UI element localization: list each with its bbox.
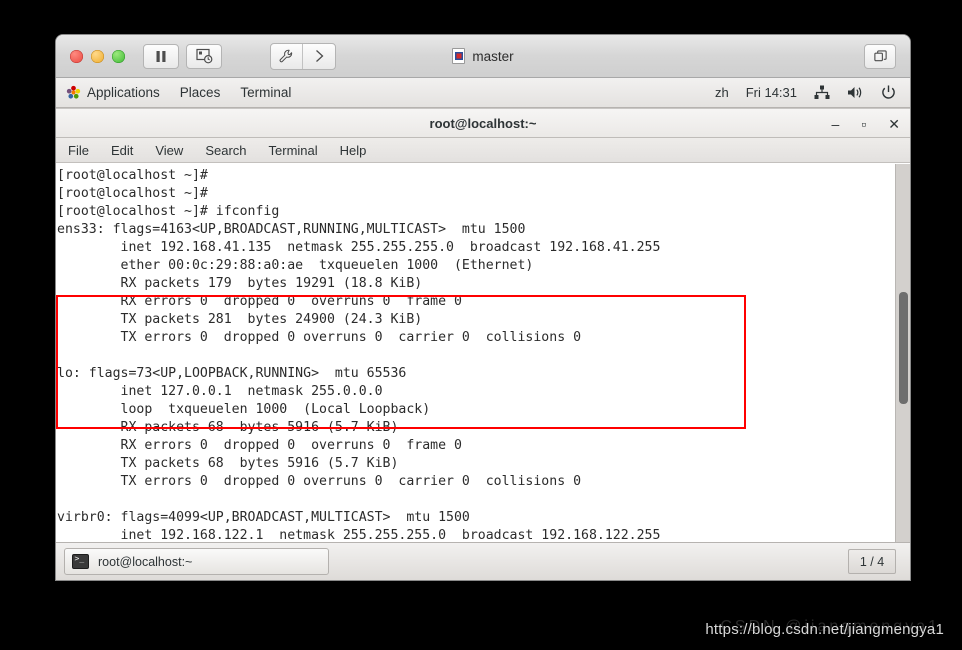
terminal-titlebar[interactable]: root@localhost:~ – ▫ ✕ <box>56 109 910 138</box>
vm-titlebar[interactable]: master <box>56 35 910 78</box>
terminal-menubar: File Edit View Search Terminal Help <box>56 138 910 163</box>
minimize-window-button[interactable] <box>91 49 104 63</box>
gnome-status-area: zh Fri 14:31 <box>715 85 896 100</box>
menu-view[interactable]: View <box>155 143 183 158</box>
gnome-menu-left: Applications Places Terminal <box>66 85 291 100</box>
vm-document-icon <box>452 48 466 64</box>
pause-icon <box>155 50 167 63</box>
gnome-top-panel: Applications Places Terminal zh Fri 14:3… <box>56 78 910 108</box>
watermark-url: https://blog.csdn.net/jiangmengya1 <box>705 621 944 638</box>
gnome-foot-icon <box>66 85 81 100</box>
vm-title-text: master <box>472 48 514 64</box>
terminal-output: [root@localhost ~]# [root@localhost ~]# … <box>57 168 661 542</box>
network-icon[interactable] <box>814 85 830 100</box>
close-window-button[interactable] <box>70 49 83 63</box>
power-icon[interactable] <box>881 85 896 100</box>
vm-window: master Applications Places Terminal zh F… <box>56 35 910 580</box>
menu-search[interactable]: Search <box>205 143 246 158</box>
menu-terminal-menu[interactable]: Terminal <box>269 143 318 158</box>
menu-applications[interactable]: Applications <box>66 85 160 100</box>
terminal-maximize-button[interactable]: ▫ <box>861 117 866 131</box>
wrench-icon <box>279 49 294 64</box>
menu-file[interactable]: File <box>68 143 89 158</box>
terminal-scrollbar-thumb[interactable] <box>899 292 908 404</box>
expand-button[interactable] <box>303 44 335 69</box>
menu-edit[interactable]: Edit <box>111 143 133 158</box>
snapshot-button[interactable] <box>186 43 222 69</box>
maximize-window-button[interactable] <box>112 49 125 63</box>
menu-terminal-label: Terminal <box>240 85 292 100</box>
vm-toolbar-group <box>143 43 222 69</box>
menu-applications-label: Applications <box>87 85 160 100</box>
screen: master Applications Places Terminal zh F… <box>0 0 962 650</box>
snapshot-icon <box>195 48 213 64</box>
menu-terminal[interactable]: Terminal <box>240 85 291 100</box>
menu-help[interactable]: Help <box>340 143 367 158</box>
terminal-window-controls: – ▫ ✕ <box>832 109 901 138</box>
terminal-close-button[interactable]: ✕ <box>888 117 900 131</box>
workspace-switcher[interactable]: 1 / 4 <box>848 549 896 574</box>
terminal-window: root@localhost:~ – ▫ ✕ File Edit View Se… <box>56 108 910 542</box>
settings-button[interactable] <box>271 43 303 69</box>
gnome-taskbar: root@localhost:~ 1 / 4 <box>56 542 910 580</box>
chevron-right-icon <box>314 49 325 63</box>
pause-button[interactable] <box>143 43 179 69</box>
unity-view-button[interactable] <box>864 44 896 69</box>
menu-places-label: Places <box>179 85 221 100</box>
terminal-minimize-button[interactable]: – <box>832 117 840 131</box>
input-language-indicator[interactable]: zh <box>715 85 729 100</box>
menu-places[interactable]: Places <box>180 85 221 100</box>
clock[interactable]: Fri 14:31 <box>746 85 797 100</box>
taskbar-window-label: root@localhost:~ <box>98 554 193 569</box>
volume-icon[interactable] <box>847 85 864 100</box>
terminal-icon <box>72 554 89 569</box>
windows-copy-icon <box>873 49 888 64</box>
taskbar-window-button[interactable]: root@localhost:~ <box>64 548 329 575</box>
terminal-body[interactable]: [root@localhost ~]# [root@localhost ~]# … <box>56 164 910 542</box>
traffic-lights <box>70 49 125 63</box>
vm-settings-group <box>270 42 336 70</box>
workspace-label: 1 / 4 <box>859 554 885 569</box>
terminal-title: root@localhost:~ <box>429 115 537 131</box>
terminal-scrollbar[interactable] <box>895 164 910 542</box>
